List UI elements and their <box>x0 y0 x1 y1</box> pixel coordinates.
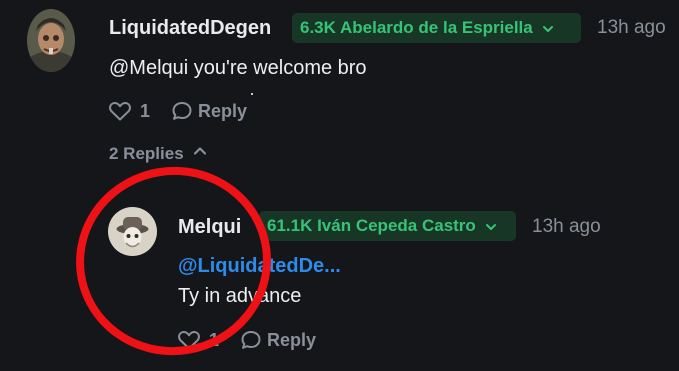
user-badge[interactable]: 6.3K Abelardo de la Espriella <box>292 13 581 43</box>
user-badge[interactable]: 61.1K Iván Cepeda Castro <box>259 211 516 241</box>
reply-label: Reply <box>267 329 317 350</box>
comment-username[interactable]: LiquidatedDegen <box>109 17 271 40</box>
cursor-dot <box>251 93 253 95</box>
like-count: 1 <box>140 100 151 121</box>
chevron-down-icon <box>484 219 498 233</box>
badge-label: 61.1K Iván Cepeda Castro <box>267 216 476 235</box>
reply-username[interactable]: Melqui <box>178 216 241 239</box>
like-button[interactable]: 1 <box>177 329 219 351</box>
like-count: 1 <box>209 329 220 350</box>
avatar[interactable] <box>27 9 75 72</box>
avatar[interactable] <box>108 207 157 256</box>
comment-timestamp: 13h ago <box>597 17 666 38</box>
like-button[interactable]: 1 <box>108 100 150 122</box>
comment-text: @Melqui you're welcome bro <box>109 57 367 79</box>
heart-icon <box>108 100 132 122</box>
replies-toggle-label: 2 Replies <box>109 143 184 163</box>
reply-timestamp: 13h ago <box>532 216 601 237</box>
badge-label: 6.3K Abelardo de la Espriella <box>300 18 533 37</box>
mention-link[interactable]: @LiquidatedDe... <box>178 255 341 278</box>
chevron-down-icon <box>541 21 555 35</box>
heart-icon <box>177 329 201 351</box>
reply-label: Reply <box>198 100 248 121</box>
reply-button[interactable]: Reply <box>240 329 316 351</box>
replies-toggle[interactable]: 2 Replies <box>109 143 208 164</box>
reply-text: Ty in advance <box>178 285 302 307</box>
reply-button[interactable]: Reply <box>171 100 247 122</box>
chevron-up-icon <box>192 143 208 164</box>
speech-bubble-icon <box>171 100 193 122</box>
speech-bubble-icon <box>240 329 262 351</box>
